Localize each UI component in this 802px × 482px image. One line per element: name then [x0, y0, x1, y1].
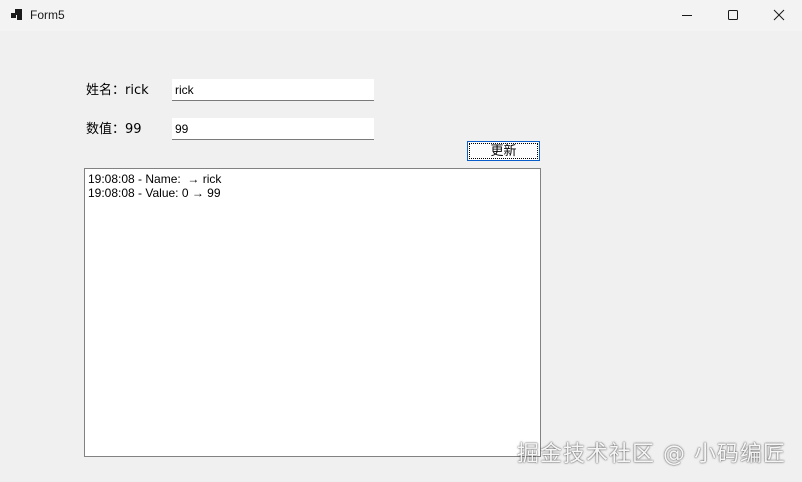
maximize-icon — [728, 10, 738, 20]
log-line[interactable]: 19:08:08 - Value: 0 → 99 — [88, 186, 537, 200]
maximize-button[interactable] — [710, 0, 756, 31]
watermark: 掘金技术社区 @ 小码编匠 — [517, 442, 786, 467]
minimize-icon — [682, 15, 692, 16]
window-title: Form5 — [30, 8, 65, 22]
name-label: 姓名：rick — [86, 83, 149, 98]
app-icon — [11, 9, 22, 20]
update-button[interactable]: 更新 — [467, 141, 540, 161]
close-icon — [773, 9, 785, 21]
close-button[interactable] — [756, 0, 802, 31]
value-label: 数值：99 — [86, 122, 142, 137]
form5-window: Form5 姓名：rick 数值：99 更新 19:08:08 - Name: … — [0, 0, 802, 482]
title-bar[interactable]: Form5 — [0, 0, 802, 31]
minimize-button[interactable] — [664, 0, 710, 31]
value-input[interactable] — [172, 118, 374, 140]
name-input[interactable] — [172, 79, 374, 101]
log-line[interactable]: 19:08:08 - Name: → rick — [88, 172, 537, 186]
change-log-listbox[interactable]: 19:08:08 - Name: → rick 19:08:08 - Value… — [84, 168, 541, 457]
